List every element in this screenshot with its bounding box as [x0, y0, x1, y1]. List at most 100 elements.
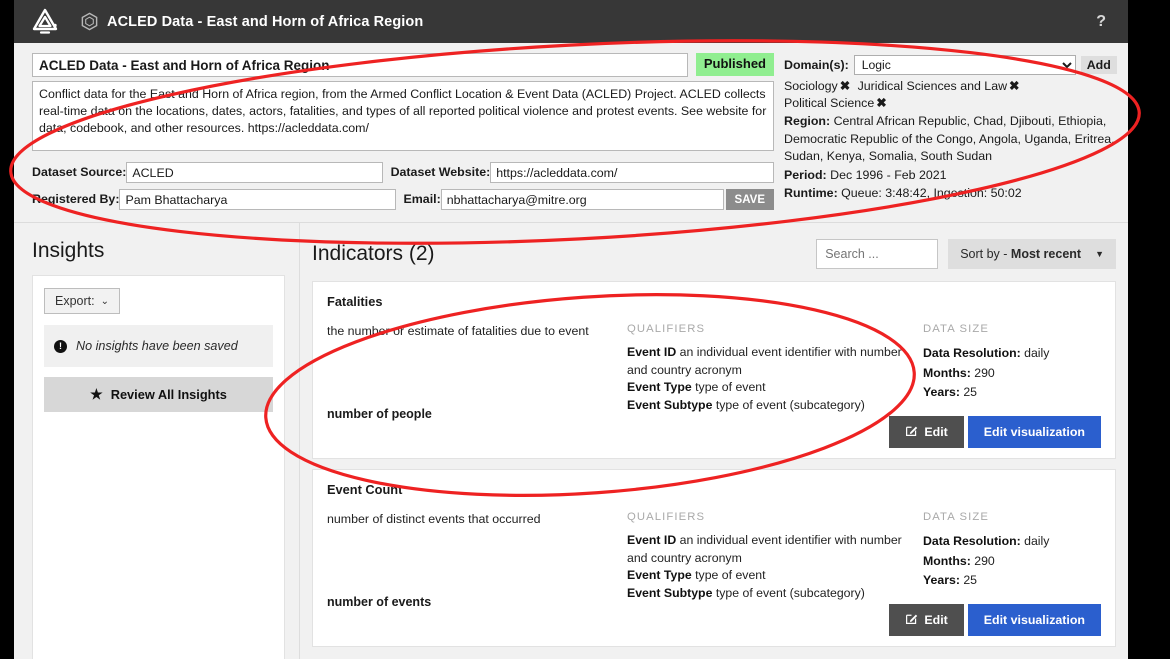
dataset-metadata-panel: Published Conflict data for the East and…	[14, 43, 1128, 223]
qualifier-item: Event ID an individual event identifier …	[627, 345, 902, 377]
qualifiers-column: QUALIFIERS Event ID an individual event …	[627, 511, 923, 623]
indicator-unit: number of people	[327, 407, 432, 421]
indicator-unit: number of events	[327, 595, 432, 609]
save-button[interactable]: SAVE	[725, 189, 774, 210]
search-input[interactable]	[816, 239, 939, 269]
export-label: Export:	[55, 294, 95, 308]
registered-by-label: Registered By:	[32, 192, 120, 206]
company-logo-icon[interactable]	[28, 5, 62, 39]
edit-label: Edit	[924, 425, 948, 439]
domain-tag: Political Science ✖	[784, 96, 887, 110]
indicator-description-column: number of distinct events that occurred …	[327, 511, 627, 631]
region-value: Central African Republic, Chad, Djibouti…	[784, 114, 1115, 163]
domain-tag-label: Juridical Sciences and Law	[857, 79, 1008, 93]
edit-button[interactable]: Edit	[889, 416, 964, 448]
edit-visualization-button[interactable]: Edit visualization	[967, 416, 1101, 448]
sort-by-button[interactable]: Sort by - Most recent ▼	[948, 239, 1116, 269]
indicator-card[interactable]: Fatalities the number or estimate of fat…	[312, 281, 1116, 459]
domains-label: Domain(s):	[784, 58, 849, 72]
domain-tag: Sociology ✖	[784, 79, 854, 93]
insights-card: Export: ⌄ ! No insights have been saved …	[32, 275, 285, 659]
data-size-heading: DATA SIZE	[923, 511, 989, 523]
data-size-heading: DATA SIZE	[923, 323, 989, 335]
no-insights-text: No insights have been saved	[76, 339, 238, 353]
top-header-bar: ACLED Data - East and Horn of Africa Reg…	[14, 0, 1128, 43]
data-size-item: Data Resolution: daily	[923, 346, 1050, 360]
remove-domain-icon[interactable]: ✖	[1009, 79, 1019, 93]
indicator-title: Fatalities	[327, 294, 383, 309]
dataset-website-input[interactable]	[490, 162, 774, 183]
data-size-item: Years: 25	[923, 385, 978, 399]
edit-visualization-button[interactable]: Edit visualization	[967, 604, 1101, 636]
main-body: Insights Export: ⌄ ! No insights have be…	[14, 223, 1128, 659]
pencil-square-icon	[905, 612, 918, 628]
runtime-value: Queue: 3:48:42, Ingestion: 50:02	[841, 186, 1022, 200]
runtime-line: Runtime: Queue: 3:48:42, Ingestion: 50:0…	[784, 185, 1117, 203]
review-all-insights-button[interactable]: ★ Review All Insights	[44, 377, 273, 412]
no-insights-message: ! No insights have been saved	[44, 325, 273, 367]
page-title: ACLED Data - East and Horn of Africa Reg…	[107, 13, 424, 30]
indicator-actions: Edit Edit visualization	[889, 604, 1101, 636]
dataset-description-textarea[interactable]: Conflict data for the East and Horn of A…	[32, 81, 774, 151]
domain-tag: Juridical Sciences and Law ✖	[858, 79, 1020, 93]
data-size-item: Months: 290	[923, 365, 995, 380]
indicators-column: Indicators (2) Sort by - Most recent ▼ F…	[300, 223, 1128, 659]
email-label: Email:	[403, 192, 441, 206]
domain-tag-list: Sociology ✖ Juridical Sciences and Law ✖ P…	[784, 78, 1117, 112]
edit-button[interactable]: Edit	[889, 604, 964, 636]
period-line: Period: Dec 1996 - Feb 2021	[784, 167, 1117, 185]
dataset-title-input[interactable]	[32, 53, 688, 77]
data-size-item: Months: 290	[923, 553, 995, 568]
remove-domain-icon[interactable]: ✖	[876, 96, 886, 110]
domain-select[interactable]: Logic	[853, 55, 1076, 75]
indicator-title: Event Count	[327, 482, 403, 497]
metadata-left-column: Published Conflict data for the East and…	[32, 53, 774, 210]
qualifier-item: Event ID an individual event identifier …	[627, 533, 902, 565]
indicators-header-row: Indicators (2) Sort by - Most recent ▼	[312, 239, 1116, 269]
indicator-description-column: the number or estimate of fatalities due…	[327, 323, 627, 443]
email-input[interactable]	[440, 189, 724, 210]
period-value: Dec 1996 - Feb 2021	[830, 167, 947, 182]
data-size-item: Data Resolution: daily	[923, 534, 1050, 548]
dataset-source-label: Dataset Source:	[32, 165, 127, 179]
domain-tag-label: Sociology	[784, 79, 838, 93]
indicators-heading: Indicators (2)	[312, 242, 435, 265]
period-label: Period:	[784, 167, 827, 182]
remove-domain-icon[interactable]: ✖	[840, 79, 850, 93]
help-button[interactable]: ?	[1086, 11, 1116, 33]
source-website-row: Dataset Source: Dataset Website:	[32, 162, 774, 183]
dataset-website-label: Dataset Website:	[390, 165, 491, 179]
runtime-label: Runtime:	[784, 186, 838, 200]
metadata-right-column: Domain(s): Logic Add Sociology ✖ Juridica…	[784, 53, 1117, 210]
insights-heading: Insights	[32, 239, 105, 262]
export-dropdown-button[interactable]: Export: ⌄	[44, 288, 120, 314]
dataset-hex-icon	[80, 12, 99, 31]
info-icon: !	[54, 339, 67, 353]
edit-label: Edit	[924, 613, 948, 627]
qualifiers-heading: QUALIFIERS	[627, 511, 706, 523]
registered-email-row: Registered By: Email: SAVE	[32, 189, 774, 210]
region-label: Region:	[784, 114, 831, 128]
application-window: ACLED Data - East and Horn of Africa Reg…	[14, 0, 1128, 659]
caret-down-icon: ▼	[1095, 249, 1104, 259]
qualifiers-heading: QUALIFIERS	[627, 323, 706, 335]
qualifier-item: Event Type type of event	[627, 568, 766, 582]
qualifiers-column: QUALIFIERS Event ID an individual event …	[627, 323, 923, 435]
review-all-insights-label: Review All Insights	[110, 387, 227, 402]
region-line: Region: Central African Republic, Chad, …	[784, 113, 1117, 166]
data-size-item: Years: 25	[923, 573, 978, 587]
sort-by-label: Sort by - Most recent	[960, 247, 1082, 261]
indicator-description: the number or estimate of fatalities due…	[327, 324, 589, 338]
indicator-card[interactable]: Event Count number of distinct events th…	[312, 469, 1116, 647]
qualifier-item: Event Subtype type of event (subcategory…	[627, 397, 865, 412]
qualifier-item: Event Type type of event	[627, 380, 766, 394]
indicator-description: number of distinct events that occurred	[327, 512, 541, 526]
registered-by-input[interactable]	[119, 189, 396, 210]
add-domain-button[interactable]: Add	[1080, 56, 1117, 74]
dataset-source-input[interactable]	[126, 162, 383, 183]
chevron-down-icon: ⌄	[100, 295, 109, 307]
pencil-square-icon	[905, 424, 918, 440]
domain-tag-label: Political Science	[784, 96, 875, 110]
indicators-toolbar: Sort by - Most recent ▼	[816, 239, 1116, 269]
dataset-title-row: Published	[32, 53, 774, 77]
